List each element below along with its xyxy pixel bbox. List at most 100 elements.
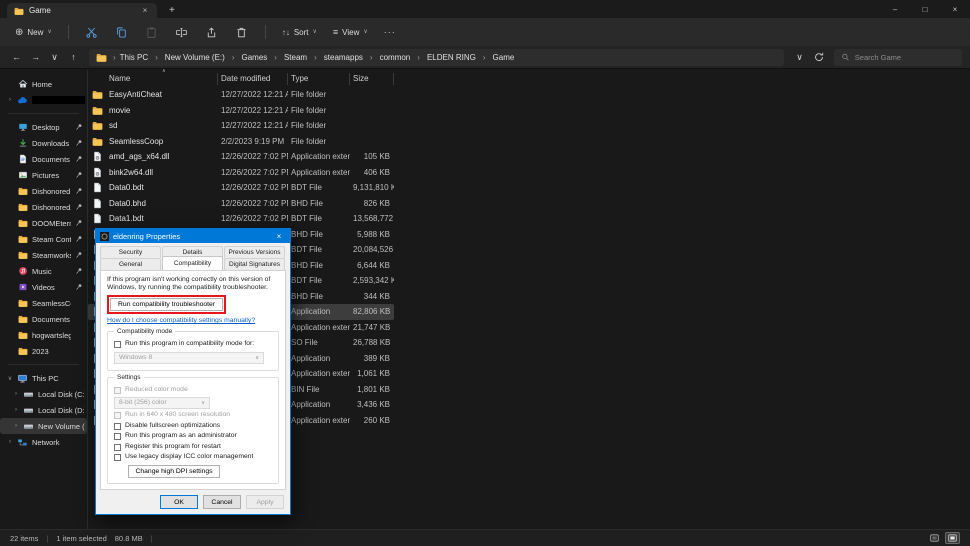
dialog-tab[interactable]: General: [100, 258, 161, 270]
cut-button[interactable]: [78, 22, 106, 42]
dialog-button-row: OK Cancel Apply: [96, 490, 290, 514]
delete-button[interactable]: [228, 22, 256, 42]
expander-chevron-icon[interactable]: ›: [7, 439, 13, 445]
new-button[interactable]: ⊕ New ∨: [8, 22, 59, 42]
share-button[interactable]: [198, 22, 226, 42]
expander-chevron-icon[interactable]: ∨: [7, 375, 13, 382]
sidebar-tree-item[interactable]: ∨ This PC: [0, 370, 87, 386]
back-button[interactable]: ←: [8, 49, 25, 66]
new-tab-button[interactable]: +: [169, 6, 175, 16]
dialog-tab[interactable]: Digital Signatures: [224, 258, 285, 270]
column-header-type[interactable]: Type: [288, 73, 350, 85]
expander-chevron-icon[interactable]: ›: [13, 391, 19, 397]
more-options-button[interactable]: ···: [377, 22, 403, 42]
explorer-tab[interactable]: Game ×: [7, 3, 157, 18]
up-button[interactable]: ↑: [65, 49, 82, 66]
search-input[interactable]: [855, 53, 955, 62]
breadcrumb[interactable]: This PCNew Volume (E:)GamesSteamsteamapp…: [89, 49, 784, 66]
sidebar-item-onedrive[interactable]: ›: [0, 92, 87, 108]
breadcrumb-item[interactable]: New Volume (E:): [165, 53, 242, 62]
cancel-button[interactable]: Cancel: [203, 495, 241, 509]
sidebar-quick-item[interactable]: SeamlessCoop: [0, 295, 87, 311]
sort-button[interactable]: ↑↓ Sort ∨: [275, 22, 324, 42]
sidebar-quick-item[interactable]: Dishonored2: [0, 199, 87, 215]
compatibility-settings-help-link[interactable]: How do I choose compatibility settings m…: [107, 317, 279, 325]
breadcrumb-item[interactable]: Steam: [284, 53, 324, 62]
dialog-close-icon[interactable]: ×: [272, 232, 286, 241]
sidebar-quick-item[interactable]: DOOMEternal: [0, 215, 87, 231]
rename-button[interactable]: [168, 22, 196, 42]
breadcrumb-item[interactable]: common: [380, 53, 427, 62]
sidebar-quick-item[interactable]: Dishonored RHC: [0, 183, 87, 199]
reduced-color-mode-checkbox[interactable]: [114, 387, 121, 394]
ok-button[interactable]: OK: [160, 495, 198, 509]
breadcrumb-item[interactable]: Games: [242, 53, 284, 62]
sidebar-item-home[interactable]: Home: [0, 76, 87, 92]
sidebar-quick-item[interactable]: Documents: [0, 151, 87, 167]
640x480-resolution-checkbox[interactable]: [114, 412, 121, 419]
run-as-administrator-checkbox[interactable]: [114, 433, 121, 440]
sidebar-quick-item[interactable]: Pictures: [0, 167, 87, 183]
dialog-tab[interactable]: Compatibility: [162, 256, 223, 270]
chevron-right-icon[interactable]: ›: [7, 97, 13, 103]
sidebar-quick-item[interactable]: Videos: [0, 279, 87, 295]
expander-chevron-icon[interactable]: ›: [13, 407, 19, 413]
view-button[interactable]: ≡ View ∨: [326, 22, 375, 42]
copy-button[interactable]: [108, 22, 136, 42]
color-mode-dropdown[interactable]: 8-bit (256) color ∨: [114, 397, 210, 409]
dialog-title-bar[interactable]: eldenring Properties ×: [96, 229, 290, 243]
column-header-size[interactable]: Size: [350, 73, 394, 85]
dialog-tab[interactable]: Previous Versions: [224, 246, 285, 258]
file-row[interactable]: EasyAntiCheat 12/27/2022 12:21 AM File f…: [88, 87, 394, 103]
breadcrumb-item[interactable]: ELDEN RING: [427, 53, 493, 62]
column-header-date[interactable]: Date modified: [218, 73, 288, 85]
refresh-button[interactable]: [810, 49, 827, 66]
sidebar-quick-item[interactable]: 2023: [0, 343, 87, 359]
sidebar-quick-item[interactable]: Steam Controlle: [0, 231, 87, 247]
run-compatibility-troubleshooter-button[interactable]: Run compatibility troubleshooter: [110, 298, 223, 311]
column-header-name[interactable]: Name ∧: [106, 73, 218, 85]
large-icons-view-button[interactable]: [945, 532, 960, 544]
file-row[interactable]: bink2w64.dll 12/26/2022 7:02 PM Applicat…: [88, 165, 394, 181]
file-row[interactable]: sd 12/27/2022 12:21 AM File folder: [88, 118, 394, 134]
legacy-icc-checkbox[interactable]: [114, 454, 121, 461]
dialog-tab[interactable]: Security: [100, 246, 161, 258]
maximize-button[interactable]: □: [910, 0, 940, 18]
sidebar-quick-item[interactable]: Desktop: [0, 119, 87, 135]
sidebar-tree-item[interactable]: › Local Disk (D:): [0, 402, 87, 418]
close-button[interactable]: ×: [940, 0, 970, 18]
apply-button[interactable]: Apply: [246, 495, 284, 509]
file-row[interactable]: amd_ags_x64.dll 12/26/2022 7:02 PM Appli…: [88, 149, 394, 165]
sidebar-tree-item[interactable]: › Network: [0, 434, 87, 450]
recent-locations-button[interactable]: ∨: [46, 49, 63, 66]
minimize-button[interactable]: –: [880, 0, 910, 18]
change-high-dpi-settings-button[interactable]: Change high DPI settings: [128, 465, 220, 478]
disable-fullscreen-optimizations-checkbox[interactable]: [114, 423, 121, 430]
breadcrumb-item[interactable]: steamapps: [324, 53, 380, 62]
address-dropdown-button[interactable]: ∨: [791, 49, 808, 66]
compatibility-mode-checkbox[interactable]: [114, 341, 121, 348]
file-row[interactable]: Data0.bdt 12/26/2022 7:02 PM BDT File 9,…: [88, 180, 394, 196]
file-row[interactable]: movie 12/27/2022 12:21 AM File folder: [88, 103, 394, 119]
sidebar-quick-item[interactable]: Documents: [0, 311, 87, 327]
sidebar-tree-item[interactable]: › New Volume (E:): [0, 418, 87, 434]
file-row[interactable]: Data0.bhd 12/26/2022 7:02 PM BHD File 82…: [88, 196, 394, 212]
breadcrumb-item[interactable]: Game: [493, 53, 515, 62]
details-view-button[interactable]: [927, 532, 942, 544]
file-row[interactable]: SeamlessCoop 2/2/2023 9:19 PM File folde…: [88, 134, 394, 150]
sidebar-quick-item[interactable]: Music: [0, 263, 87, 279]
forward-button[interactable]: →: [27, 49, 44, 66]
register-for-restart-checkbox[interactable]: [114, 444, 121, 451]
search-box[interactable]: [834, 49, 962, 66]
sidebar-quick-item[interactable]: hogwartslegacy.exe: [0, 327, 87, 343]
sidebar-tree-item[interactable]: › Local Disk (C:): [0, 386, 87, 402]
breadcrumb-item[interactable]: This PC: [120, 53, 165, 62]
expander-chevron-icon[interactable]: ›: [13, 423, 19, 429]
file-row[interactable]: Data1.bdt 12/26/2022 7:02 PM BDT File 13…: [88, 211, 394, 227]
tab-close-icon[interactable]: ×: [140, 6, 150, 15]
sidebar-quick-item[interactable]: Steamworks Sha: [0, 247, 87, 263]
paste-button[interactable]: [138, 22, 166, 42]
sidebar-quick-item[interactable]: Downloads: [0, 135, 87, 151]
ellipsis-icon: ···: [384, 27, 396, 37]
compatibility-os-dropdown[interactable]: Windows 8 ∨: [114, 352, 264, 364]
